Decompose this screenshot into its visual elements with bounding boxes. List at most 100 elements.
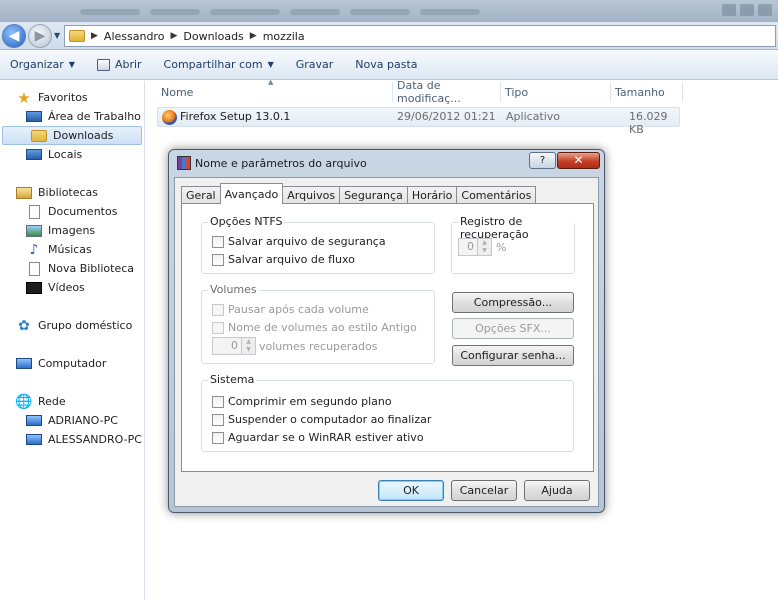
close-button[interactable]: ✕ (557, 152, 600, 169)
column-label: Nome (161, 85, 194, 99)
nav-label: Vídeos (48, 281, 85, 294)
address-bar[interactable]: ▶ Alessandro ▶ Downloads ▶ mozzila (64, 25, 776, 47)
compression-button[interactable]: Compressão... (452, 292, 574, 313)
nav-favorites[interactable]: ★ Favoritos (16, 88, 144, 107)
ok-button[interactable]: OK (378, 480, 444, 501)
tab-files[interactable]: Arquivos (282, 186, 341, 204)
checkbox-label: Salvar arquivo de fluxo (228, 253, 355, 266)
blurred-text (350, 9, 410, 15)
save-security-checkbox[interactable]: Salvar arquivo de segurança (212, 235, 386, 248)
wait-winrar-checkbox[interactable]: Aguardar se o WinRAR estiver ativo (212, 431, 424, 444)
nav-homegroup[interactable]: ✿ Grupo doméstico (16, 316, 144, 335)
breadcrumb-item[interactable]: Downloads (183, 30, 243, 43)
nav-network[interactable]: 🌐 Rede (15, 392, 144, 411)
nav-downloads[interactable]: Downloads (2, 126, 142, 145)
tab-schedule[interactable]: Horário (406, 186, 458, 204)
checkbox-box[interactable] (212, 395, 224, 408)
history-dropdown-icon[interactable]: ▼ (54, 31, 60, 40)
tab-security[interactable]: Segurança (339, 186, 408, 204)
recovered-volumes-value[interactable]: 0 (212, 337, 242, 355)
tab-comments[interactable]: Comentários (456, 186, 537, 204)
document-icon (26, 261, 42, 276)
nav-label: Imagens (48, 224, 96, 237)
column-label: Tipo (505, 85, 529, 99)
nav-places[interactable]: Locais (26, 145, 144, 164)
file-row[interactable]: Firefox Setup 13.0.1 29/06/2012 01:21 Ap… (157, 107, 680, 136)
nav-documents[interactable]: Documentos (26, 202, 144, 221)
recovery-spinner[interactable]: 0 ▲ ▼ % (458, 238, 506, 256)
chevron-right-icon[interactable]: ▶ (91, 31, 98, 41)
checkbox-box[interactable] (212, 431, 224, 444)
share-button[interactable]: Compartilhar com ▼ (164, 58, 274, 71)
column-header-date[interactable]: Data de modificaç... (393, 79, 501, 105)
set-password-button[interactable]: Configurar senha... (452, 345, 574, 366)
burn-button[interactable]: Gravar (296, 58, 334, 71)
tab-advanced[interactable]: Avançado (219, 183, 284, 204)
nav-label: Rede (38, 395, 66, 408)
breadcrumb-item[interactable]: mozzila (263, 30, 305, 43)
sfx-options-button[interactable]: Opções SFX... (452, 318, 574, 339)
help-title-button[interactable]: ? (529, 152, 556, 169)
tab-general[interactable]: Geral (181, 186, 221, 204)
nav-libraries[interactable]: Bibliotecas (16, 183, 144, 202)
group-label: Opções NTFS (208, 215, 285, 228)
forward-button[interactable]: ▶ (28, 24, 52, 48)
nav-label: Locais (48, 148, 83, 161)
nav-pc-adriano[interactable]: ADRIANO-PC (26, 411, 144, 430)
spinner-buttons[interactable]: ▲ ▼ (242, 337, 256, 355)
back-button[interactable]: ◀ (2, 24, 26, 48)
image-icon (26, 224, 42, 237)
window-control-icon[interactable] (740, 4, 754, 16)
nav-label: Downloads (53, 129, 114, 142)
spinner-buttons[interactable]: ▲ ▼ (478, 238, 492, 256)
checkbox-box[interactable] (212, 413, 224, 426)
nav-computer[interactable]: Computador (16, 354, 144, 373)
window-control-icon[interactable] (722, 4, 736, 16)
column-label: Data de modificaç... (397, 79, 461, 105)
help-button[interactable]: Ajuda (524, 480, 590, 501)
column-header-type[interactable]: Tipo (501, 82, 611, 102)
background-compress-checkbox[interactable]: Comprimir em segundo plano (212, 395, 392, 408)
organize-button[interactable]: Organizar ▼ (10, 58, 75, 71)
dialog-body: Geral Avançado Arquivos Segurança Horári… (174, 177, 599, 507)
chevron-right-icon[interactable]: ▶ (250, 31, 257, 41)
spin-down-icon[interactable]: ▼ (478, 247, 491, 255)
blurred-text (80, 9, 140, 15)
nav-new-library[interactable]: Nova Biblioteca (26, 259, 144, 278)
nav-videos[interactable]: Vídeos (26, 278, 144, 297)
library-icon (16, 186, 32, 199)
recovery-value[interactable]: 0 (458, 238, 478, 256)
checkbox-box[interactable] (212, 235, 224, 248)
spin-down-icon[interactable]: ▼ (242, 346, 255, 354)
save-stream-checkbox[interactable]: Salvar arquivo de fluxo (212, 253, 355, 266)
new-folder-label: Nova pasta (355, 58, 418, 71)
folder-icon (69, 30, 85, 42)
nav-label: Documentos (48, 205, 118, 218)
nav-music[interactable]: ♪ Músicas (26, 240, 144, 259)
nav-images[interactable]: Imagens (26, 221, 144, 240)
checkbox-box[interactable] (212, 253, 224, 266)
spin-up-icon[interactable]: ▲ (478, 239, 491, 247)
checkbox-box[interactable] (212, 303, 224, 316)
breadcrumb-item[interactable]: Alessandro (104, 30, 165, 43)
music-note-icon: ♪ (29, 241, 39, 258)
column-header-size[interactable]: Tamanho (611, 82, 683, 102)
column-header-name[interactable]: Nome (157, 82, 393, 102)
group-label: Sistema (208, 373, 257, 386)
shutdown-checkbox[interactable]: Suspender o computador ao finalizar (212, 413, 431, 426)
chevron-right-icon[interactable]: ▶ (170, 31, 177, 41)
open-button[interactable]: Abrir (96, 58, 142, 71)
recovered-volumes-spinner[interactable]: 0 ▲ ▼ volumes recuperados (212, 337, 378, 355)
new-folder-button[interactable]: Nova pasta (355, 58, 417, 71)
nav-desktop[interactable]: Área de Trabalho (26, 107, 144, 126)
checkbox-box[interactable] (212, 321, 224, 334)
nav-label: ADRIANO-PC (48, 414, 118, 427)
homegroup-icon: ✿ (18, 317, 30, 334)
pause-volume-checkbox[interactable]: Pausar após cada volume (212, 303, 369, 316)
window-control-icon[interactable] (758, 4, 772, 16)
cancel-button[interactable]: Cancelar (451, 480, 517, 501)
old-style-names-checkbox[interactable]: Nome de volumes ao estilo Antigo (212, 321, 417, 334)
nav-pc-alessandro[interactable]: ALESSANDRO-PC (26, 430, 144, 449)
spin-up-icon[interactable]: ▲ (242, 338, 255, 346)
arrow-left-icon: ◀ (8, 28, 20, 44)
